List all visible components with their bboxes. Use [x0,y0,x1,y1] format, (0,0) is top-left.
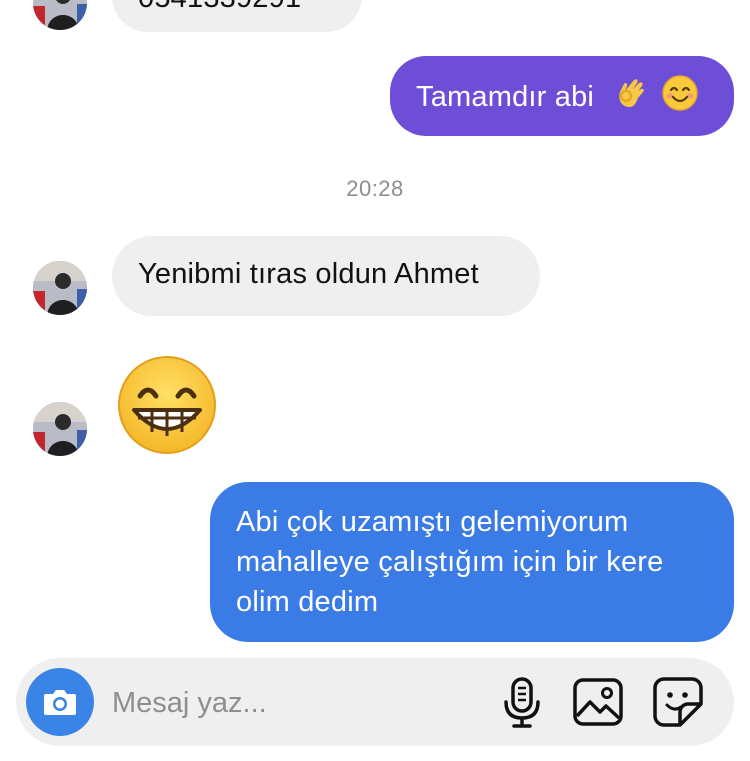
sticker-button[interactable] [650,674,706,730]
message-text: Yenibmi tıras oldun Ahmet [138,258,479,290]
camera-button[interactable] [26,668,94,736]
sender-avatar[interactable] [33,261,87,315]
sender-avatar[interactable] [33,402,87,456]
image-icon [573,678,623,726]
incoming-message-bubble[interactable]: 0541339291 [112,0,362,32]
sticker-icon [653,677,703,727]
gallery-button[interactable] [570,674,626,730]
outgoing-message-bubble[interactable]: Abi çok uzamıştı gelemiyorum mahalleye ç… [210,482,734,642]
message-text: 0541339291 [138,0,301,14]
message-text-line: mahalleye çalıştığım için bir kere [236,546,664,578]
microphone-icon [504,677,540,728]
message-text-line: Abi çok uzamıştı gelemiyorum [236,506,629,538]
message-timestamp: 20:28 [346,176,404,201]
message-input[interactable] [110,676,474,730]
ok-hand-emoji [612,74,650,123]
incoming-message-bubble[interactable]: Yenibmi tıras oldun Ahmet [112,236,540,316]
smiling-face-emoji [661,74,699,123]
outgoing-message-bubble[interactable]: Tamamdır abi [390,56,734,136]
message-text: Tamamdır abi [416,81,595,114]
grinning-face-emoji[interactable] [116,354,218,456]
microphone-button[interactable] [494,674,550,730]
camera-icon [44,690,76,715]
sender-avatar[interactable] [33,0,87,30]
message-text-line: olim dedim [236,586,379,618]
message-composer [16,658,734,746]
